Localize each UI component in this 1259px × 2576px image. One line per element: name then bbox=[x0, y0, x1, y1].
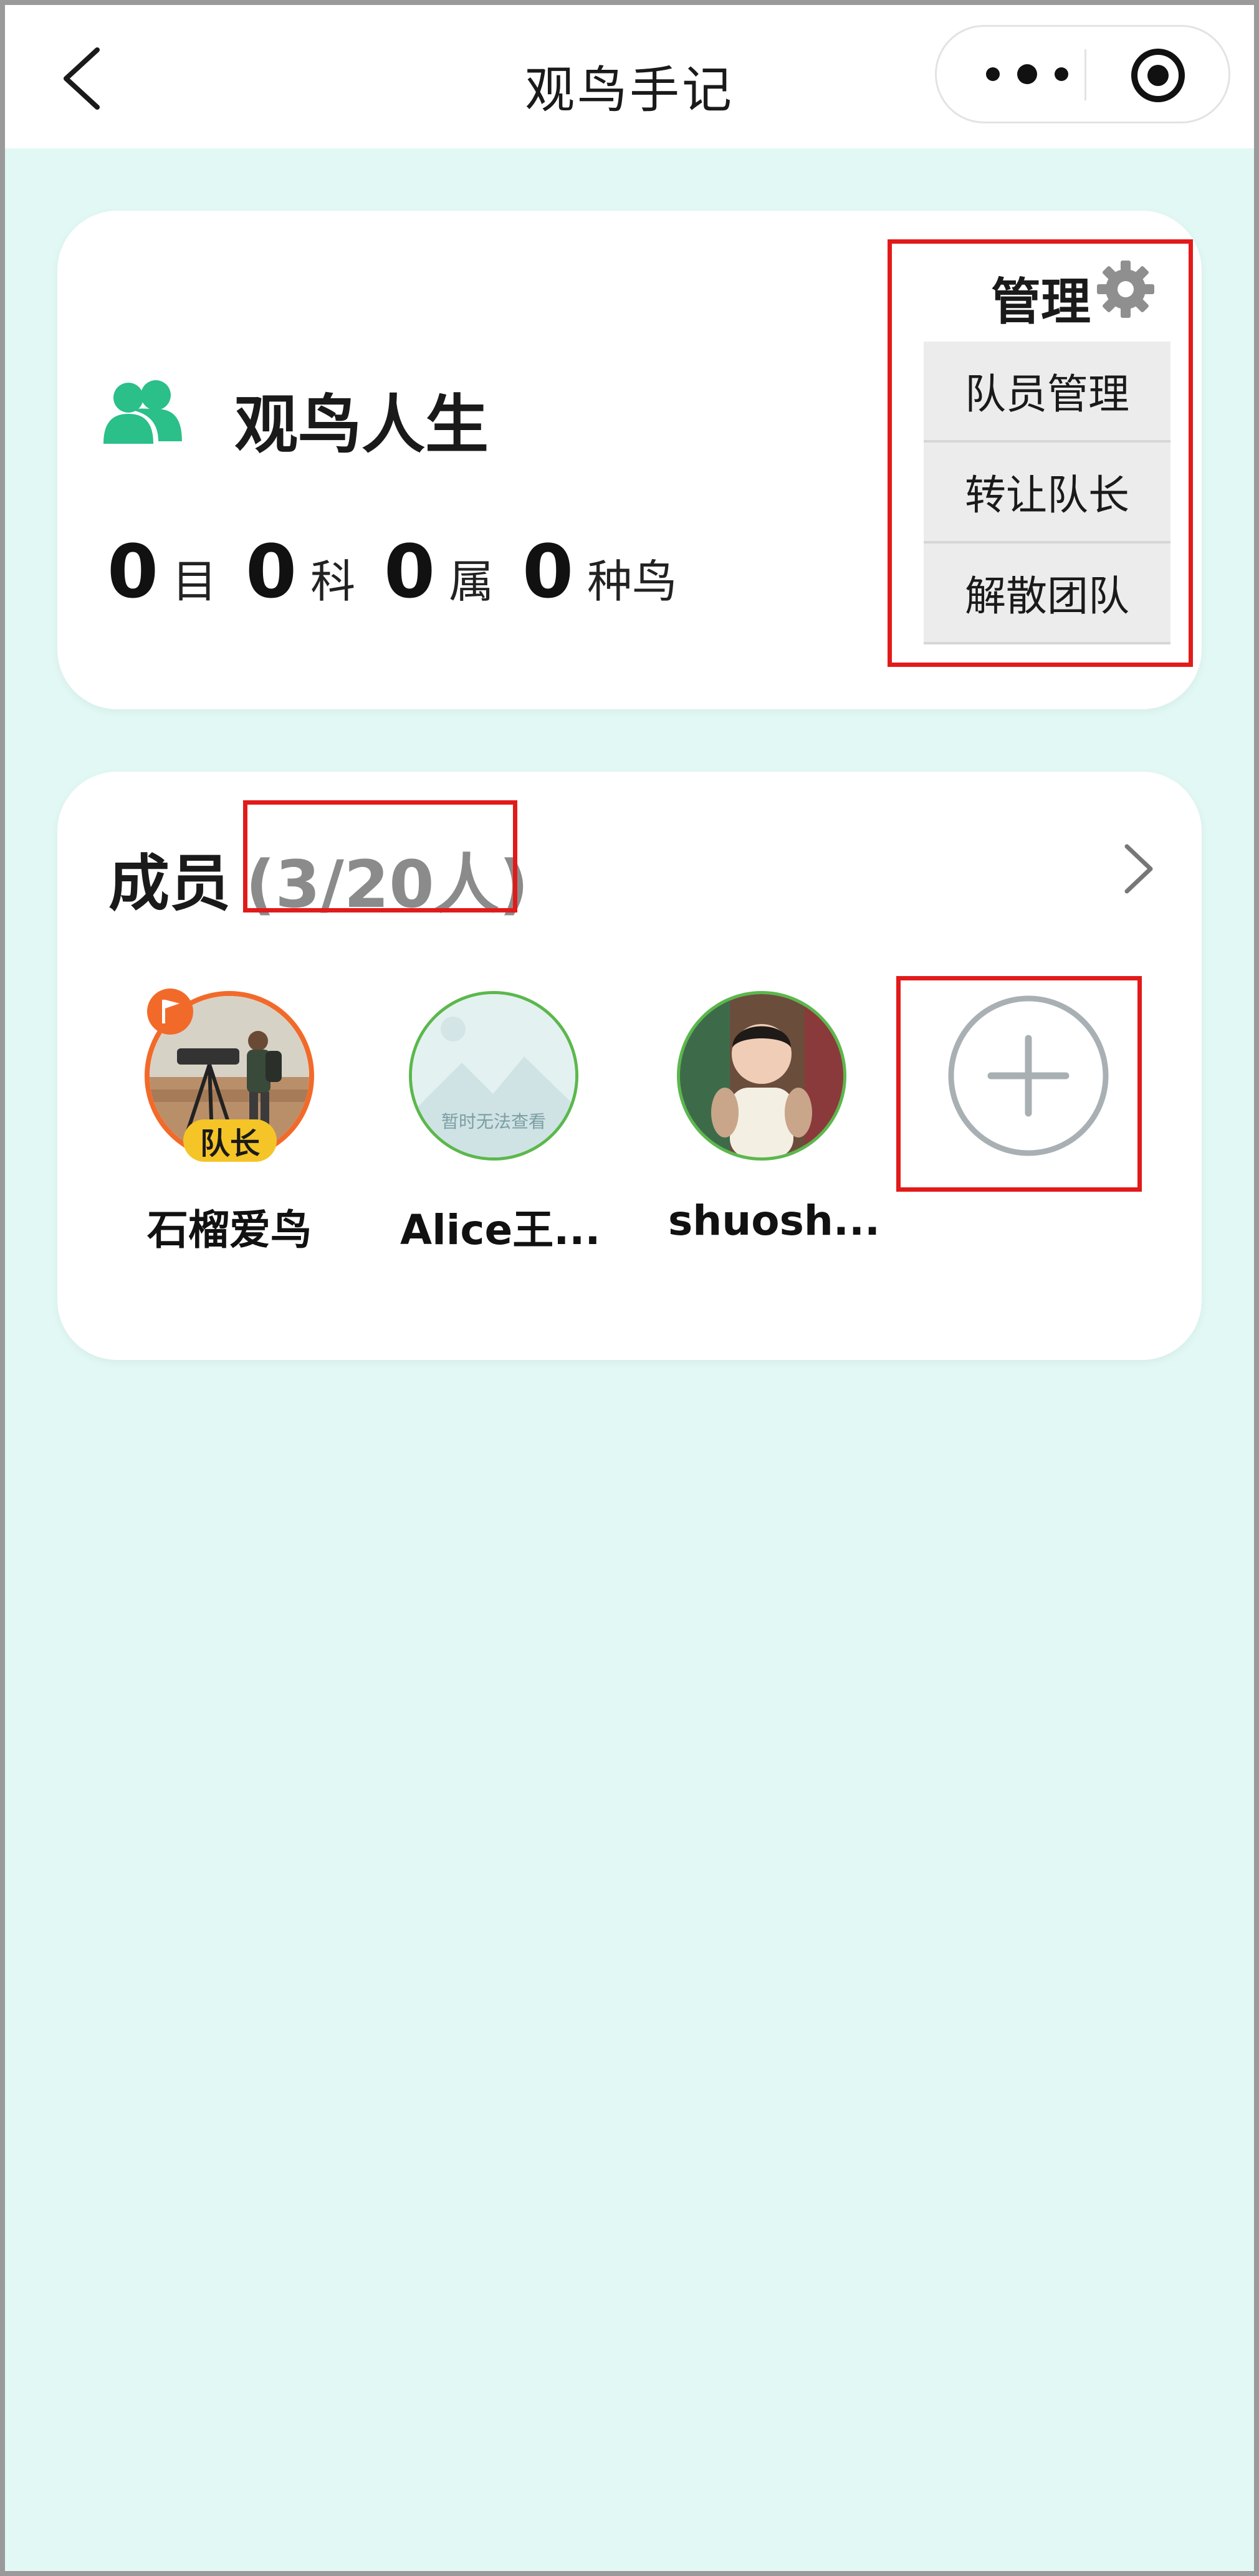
target-circle-icon[interactable] bbox=[1124, 43, 1192, 108]
team-name: 观鸟人生 bbox=[234, 388, 489, 462]
member-item-leader[interactable]: 队长 石榴爱鸟 bbox=[136, 989, 323, 1257]
stat-genus: 0属 bbox=[384, 529, 494, 615]
highlight-add-member bbox=[896, 976, 1142, 1192]
stat-family: 0科 bbox=[246, 529, 356, 615]
avatar-photo bbox=[680, 994, 843, 1157]
stat-species: 0 种鸟 bbox=[522, 529, 677, 615]
member-name: Alice王... bbox=[400, 1206, 601, 1254]
member-item[interactable]: shuosh... bbox=[668, 991, 881, 1245]
team-people-icon bbox=[103, 380, 182, 444]
more-dots-icon[interactable] bbox=[974, 45, 1080, 103]
chevron-right-icon[interactable] bbox=[1117, 838, 1161, 900]
avatar bbox=[677, 991, 846, 1161]
members-title: 成员 bbox=[108, 848, 231, 919]
member-item[interactable]: 暂时无法查看 Alice王... bbox=[400, 991, 601, 1257]
capsule-divider bbox=[1084, 49, 1086, 100]
mini-program-capsule bbox=[935, 25, 1230, 123]
svg-text:暂时无法查看: 暂时无法查看 bbox=[441, 1111, 546, 1132]
leader-badge: 队长 bbox=[183, 1119, 277, 1162]
highlight-manage-menu bbox=[888, 239, 1193, 667]
member-name: shuosh... bbox=[668, 1197, 881, 1245]
nav-bar: 观鸟手记 bbox=[5, 5, 1254, 148]
avatar-placeholder: 暂时无法查看 bbox=[409, 991, 578, 1161]
leader-flag-icon bbox=[147, 989, 193, 1035]
stat-order: 0目 bbox=[107, 529, 218, 615]
image-unavailable-icon: 暂时无法查看 bbox=[412, 994, 575, 1157]
highlight-members-count bbox=[243, 800, 517, 912]
member-name: 石榴爱鸟 bbox=[147, 1206, 312, 1254]
